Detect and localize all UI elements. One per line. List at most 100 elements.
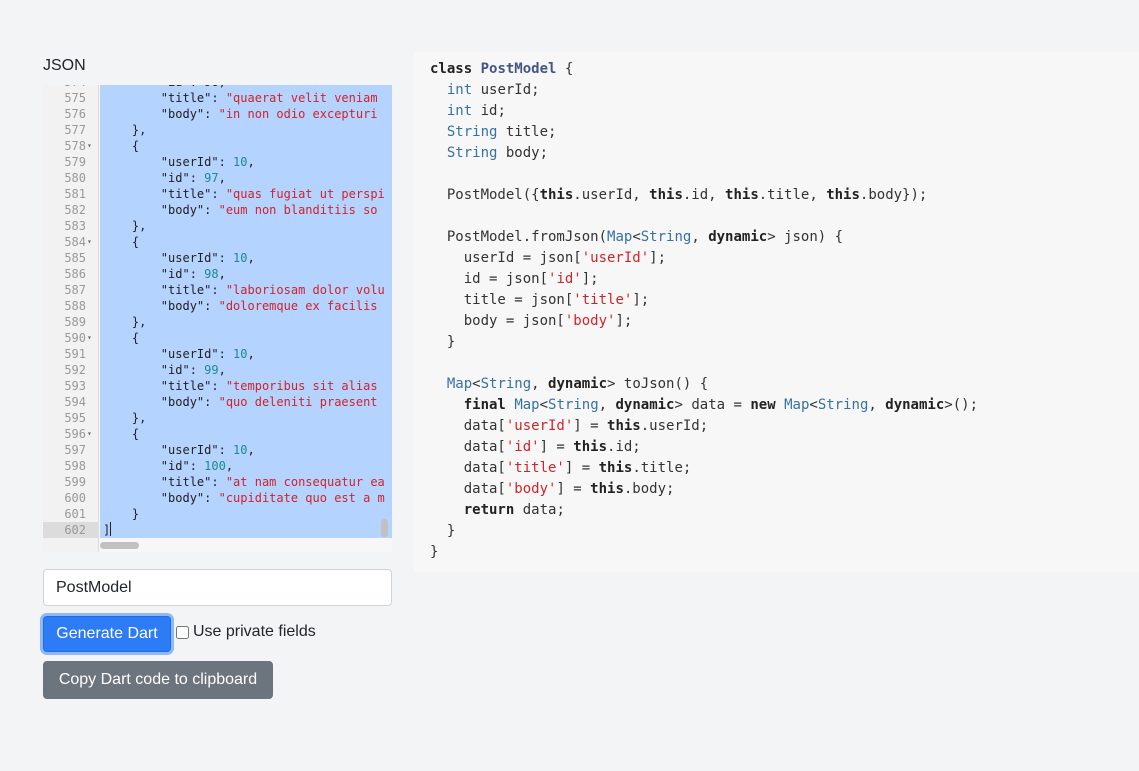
dart-line: String body; (446, 145, 549, 161)
dart-line: userId = json['userId']; (430, 250, 667, 266)
line-number: 588 (64, 299, 86, 313)
line-number: 591 (64, 347, 86, 361)
dart-line: final Map<String, dynamic> data = new Ma… (463, 397, 978, 413)
dart-line (430, 164, 978, 185)
copy-dart-button[interactable]: Copy Dart code to clipboard (43, 661, 273, 699)
line-code: }, (103, 219, 147, 233)
json-line: 579 "userId": 10, (43, 154, 392, 170)
text-cursor (110, 522, 112, 536)
json-line: 577 }, (43, 122, 392, 138)
line-number: 593 (64, 379, 86, 393)
line-number: 600 (64, 491, 86, 505)
line-number: 580 (64, 171, 86, 185)
json-line: 587 "title": "laboriosam dolor volu (43, 282, 392, 298)
line-number: 578 (64, 139, 86, 153)
line-number: 589 (64, 315, 86, 329)
json-line: 592 "id": 99, (43, 362, 392, 378)
json-line: 594 "body": "quo deleniti praesent (43, 394, 392, 410)
line-number: 576 (64, 107, 86, 121)
line-number: 586 (64, 267, 86, 281)
line-code: "body": "eum non blanditiis so (103, 203, 378, 217)
private-fields-checkbox[interactable] (176, 625, 189, 639)
dart-line (430, 206, 978, 227)
json-line: 593 "title": "temporibus sit alias (43, 378, 392, 394)
json-line: 575 "title": "quaerat velit veniam (43, 90, 392, 106)
line-code: "title": "laboriosam dolor volu (103, 283, 385, 297)
json-line: 589 }, (43, 314, 392, 330)
line-number: 583 (64, 219, 86, 233)
line-code: "title": "temporibus sit alias (103, 379, 378, 393)
json-line: 580 "id": 97, (43, 170, 392, 186)
line-number: 595 (64, 411, 86, 425)
line-code: }, (103, 315, 147, 329)
fold-arrow-icon[interactable]: ▾ (87, 426, 92, 442)
private-fields-option[interactable]: Use private fields (176, 623, 316, 641)
json-line: 581 "title": "quas fugiat ut perspi (43, 186, 392, 202)
line-number: 587 (64, 283, 86, 297)
fold-arrow-icon[interactable]: ▾ (87, 234, 92, 250)
line-code: "body": "cupiditate quo est a m (103, 491, 385, 505)
dart-line: class PostModel { (430, 61, 574, 77)
dart-line: String title; (446, 124, 557, 140)
json-line: 597 "userId": 10, (43, 442, 392, 458)
json-line: 578 ▾ { (43, 138, 392, 154)
line-code: "id": 97, (103, 171, 226, 185)
line-code: { (103, 331, 140, 345)
line-number: 584 (64, 235, 86, 249)
dart-line: PostModel.fromJson(Map<String, dynamic> … (430, 229, 844, 245)
line-number: 601 (64, 507, 86, 521)
line-number: 575 (64, 91, 86, 105)
line-code: "userId": 10, (103, 443, 255, 457)
fold-arrow-icon[interactable]: ▾ (87, 330, 92, 346)
json-line: 588 "body": "doloremque ex facilis (43, 298, 392, 314)
line-code: "title": "quaerat velit veniam (103, 91, 378, 105)
line-number: 602 (64, 523, 86, 537)
json-line: 586 "id": 98, (43, 266, 392, 282)
fold-arrow-icon[interactable]: ▾ (87, 138, 92, 154)
line-number: 594 (64, 395, 86, 409)
line-code: { (103, 235, 140, 249)
dart-line: PostModel({this.userId, this.id, this.ti… (430, 187, 928, 203)
dart-line: } (430, 334, 456, 350)
line-code: "id": 99, (103, 363, 226, 377)
class-name-input[interactable] (43, 569, 392, 606)
json-line: 600 "body": "cupiditate quo est a m (43, 490, 392, 506)
line-code: }, (103, 411, 147, 425)
dart-line: } (430, 523, 456, 539)
dart-line: Map<String, dynamic> toJson() { (446, 376, 709, 392)
dart-line: data['title'] = this.title; (430, 460, 692, 476)
line-code: "id": 100, (103, 459, 234, 473)
line-number: 585 (64, 251, 86, 265)
json-label: JSON (43, 57, 86, 74)
vertical-scrollbar[interactable] (381, 519, 388, 537)
line-code: } (103, 507, 140, 521)
line-number: 597 (64, 443, 86, 457)
json-line: 584 ▾ { (43, 234, 392, 250)
dart-line (430, 353, 978, 374)
dart-line: int userId; (446, 82, 540, 98)
line-code: "userId": 10, (103, 347, 255, 361)
line-number: 581 (64, 187, 86, 201)
line-number: 596 (64, 427, 86, 441)
generate-dart-button[interactable]: Generate Dart (43, 616, 171, 652)
line-code: { (103, 139, 140, 153)
line-code: "body": "quo deleniti praesent (103, 395, 378, 409)
dart-line: return data; (463, 502, 565, 518)
json-editor[interactable]: 574 "id": 96,575 "title": "quaerat velit… (43, 85, 392, 552)
dart-line: id = json['id']; (430, 271, 599, 287)
private-fields-label: Use private fields (193, 623, 316, 640)
line-number: 577 (64, 123, 86, 137)
dart-line: body = json['body']; (430, 313, 633, 329)
json-line: 599 "title": "at nam consequatur ea (43, 474, 392, 490)
json-line: 585 "userId": 10, (43, 250, 392, 266)
dart-output-panel: class PostModel { int userId; int id; St… (414, 52, 1139, 572)
line-code: "id": 98, (103, 267, 226, 281)
line-code: ] (103, 522, 112, 537)
json-line: 582 "body": "eum non blanditiis so (43, 202, 392, 218)
line-number: 592 (64, 363, 86, 377)
line-number: 590 (64, 331, 86, 345)
line-code: "title": "at nam consequatur ea (103, 475, 385, 489)
line-code: "body": "doloremque ex facilis (103, 299, 378, 313)
json-code-lines[interactable]: 574 "id": 96,575 "title": "quaerat velit… (43, 85, 392, 538)
horizontal-scrollbar[interactable] (100, 542, 139, 549)
